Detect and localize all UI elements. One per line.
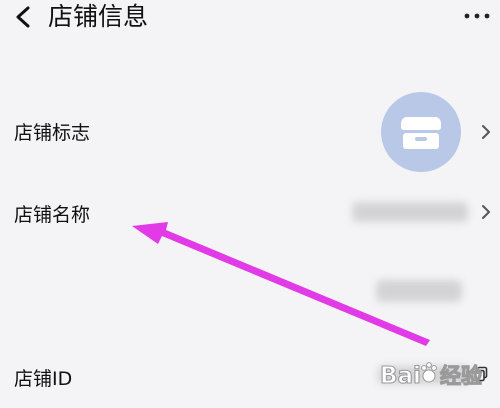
baidu-watermark: Bai 经验 [380,362,483,390]
page-title: 店铺信息 [48,2,149,31]
back-chevron-icon[interactable] [10,2,36,32]
watermark-text-2: 经验 [440,364,482,388]
store-name-value-blurred [352,202,468,222]
row-value-blurred [376,280,462,302]
watermark-text: Bai [380,363,421,389]
store-icon [401,117,441,149]
chevron-right-icon[interactable] [480,203,492,221]
chevron-right-icon[interactable] [480,123,492,141]
store-name-label: 店铺名称 [14,204,91,226]
store-logo-label: 店铺标志 [14,122,91,144]
more-dots-icon[interactable] [462,6,492,26]
paw-icon [421,362,437,383]
store-avatar[interactable] [381,92,461,172]
store-id-label: 店铺ID [14,368,73,390]
